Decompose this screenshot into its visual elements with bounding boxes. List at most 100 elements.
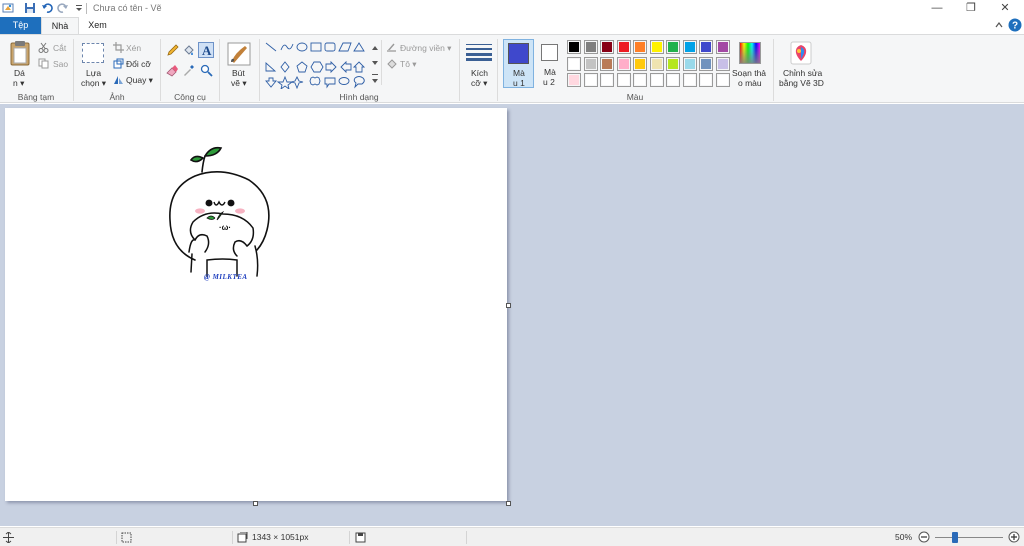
paint3d-label[interactable]: Chỉnh sửa <box>783 68 822 78</box>
outline-icon[interactable] <box>386 42 397 53</box>
paint3d-icon[interactable] <box>790 41 812 65</box>
palette-swatch[interactable] <box>567 40 581 54</box>
fill-icon[interactable] <box>386 58 397 69</box>
palette-swatch[interactable] <box>633 57 647 71</box>
palette-swatch[interactable] <box>650 40 664 54</box>
crop-label[interactable]: Xén <box>126 43 141 53</box>
resize-icon[interactable] <box>113 58 124 69</box>
palette-swatch[interactable] <box>666 57 680 71</box>
copy-label[interactable]: Sao <box>53 59 68 69</box>
zoom-track[interactable] <box>935 537 1003 538</box>
palette-swatch[interactable] <box>683 57 697 71</box>
palette-swatch[interactable] <box>567 73 581 87</box>
shapes-scroll[interactable] <box>371 41 379 89</box>
text-tool-button[interactable]: A <box>198 42 214 58</box>
size-icon[interactable] <box>466 43 492 61</box>
paint3d-label-line2[interactable]: bằng Vẽ 3D <box>779 78 824 88</box>
undo-icon[interactable] <box>41 2 53 14</box>
zoom-slider-thumb[interactable] <box>952 532 958 543</box>
palette-swatch[interactable] <box>716 73 730 87</box>
select-icon[interactable] <box>82 43 104 63</box>
paste-label[interactable]: Dá <box>14 68 25 78</box>
redo-icon[interactable] <box>57 2 69 14</box>
paste-dropdown[interactable]: n ▾ <box>13 78 24 89</box>
eraser-icon[interactable] <box>166 64 179 77</box>
palette-swatch[interactable] <box>600 57 614 71</box>
tab-home[interactable]: Nhà <box>41 17 79 34</box>
palette-swatch[interactable] <box>617 40 631 54</box>
palette-swatch[interactable] <box>716 40 730 54</box>
zoom-out-icon[interactable] <box>918 531 930 543</box>
palette-swatch[interactable] <box>584 73 598 87</box>
resize-label[interactable]: Đổi cỡ <box>126 59 151 69</box>
palette-swatch[interactable] <box>584 40 598 54</box>
drawing-canvas[interactable]: ·ω· @ MILKTEA <box>5 108 507 501</box>
group-divider <box>459 39 460 101</box>
brushes-dropdown[interactable]: vẽ ▾ <box>231 78 247 89</box>
edit-colors-label-line2[interactable]: o màu <box>738 78 762 88</box>
palette-swatch[interactable] <box>699 40 713 54</box>
palette-swatch[interactable] <box>699 73 713 87</box>
fill-bucket-icon[interactable] <box>182 44 195 57</box>
cut-label[interactable]: Cắt <box>53 43 66 53</box>
copy-icon[interactable] <box>38 58 49 69</box>
ribbon-tabs: Tệp Nhà Xem ? <box>0 17 1024 34</box>
palette-swatch[interactable] <box>683 73 697 87</box>
palette-swatch[interactable] <box>633 73 647 87</box>
select-label[interactable]: Lựa <box>86 68 101 78</box>
palette-swatch[interactable] <box>650 57 664 71</box>
palette-swatch[interactable] <box>600 40 614 54</box>
edit-colors-icon[interactable] <box>739 42 761 64</box>
brushes-icon[interactable] <box>227 42 251 66</box>
resize-handle-right[interactable] <box>506 303 511 308</box>
paint-app-icon[interactable] <box>2 2 14 14</box>
color1-button[interactable]: Mà u 1 <box>503 39 534 88</box>
cut-icon[interactable] <box>38 42 49 53</box>
palette-swatch[interactable] <box>584 57 598 71</box>
magnifier-icon[interactable] <box>200 64 213 77</box>
tab-view[interactable]: Xem <box>80 17 115 34</box>
size-label[interactable]: Kích <box>471 68 488 78</box>
fill-label[interactable]: Tô ▾ <box>400 59 417 70</box>
palette-swatch[interactable] <box>716 57 730 71</box>
rotate-label[interactable]: Quay ▾ <box>126 75 153 86</box>
palette-swatch[interactable] <box>650 73 664 87</box>
tab-file[interactable]: Tệp <box>0 17 41 34</box>
color-picker-icon[interactable] <box>182 64 195 77</box>
rotate-icon[interactable] <box>113 74 124 85</box>
close-button[interactable]: ✕ <box>990 0 1020 17</box>
palette-swatch-fill <box>685 75 695 85</box>
palette-swatch[interactable] <box>567 57 581 71</box>
restore-button[interactable]: ❐ <box>956 0 986 17</box>
edit-colors-label[interactable]: Soạn thả <box>732 68 766 78</box>
select-dropdown[interactable]: chọn ▾ <box>81 78 106 89</box>
collapse-ribbon-icon[interactable] <box>994 20 1004 30</box>
palette-swatch[interactable] <box>666 73 680 87</box>
canvas-workspace: ·ω· @ MILKTEA <box>0 104 1024 526</box>
canvas-dimensions: 1343 × 1051px <box>252 532 309 542</box>
palette-swatch[interactable] <box>666 40 680 54</box>
brushes-label[interactable]: Bút <box>232 68 245 78</box>
minimize-button[interactable]: — <box>922 0 952 17</box>
pencil-icon[interactable] <box>166 44 179 57</box>
paste-icon[interactable] <box>9 40 31 66</box>
palette-swatch[interactable] <box>600 73 614 87</box>
color2-button[interactable]: Mà u 2 <box>538 39 562 88</box>
palette-swatch[interactable] <box>683 40 697 54</box>
title-bar: Chưa có tên - Vẽ — ❐ ✕ <box>0 0 1024 17</box>
palette-swatch[interactable] <box>633 40 647 54</box>
shapes-gallery[interactable] <box>264 41 384 89</box>
palette-swatch[interactable] <box>617 73 631 87</box>
outline-label[interactable]: Đường viền ▾ <box>400 43 451 54</box>
palette-swatch[interactable] <box>699 57 713 71</box>
size-dropdown[interactable]: cỡ ▾ <box>471 78 487 89</box>
crop-icon[interactable] <box>113 42 124 53</box>
save-icon[interactable] <box>24 2 36 14</box>
resize-handle-bottom[interactable] <box>253 501 258 506</box>
zoom-in-icon[interactable] <box>1008 531 1020 543</box>
resize-handle-corner[interactable] <box>506 501 511 506</box>
palette-swatch[interactable] <box>617 57 631 71</box>
customize-toolbar-icon[interactable] <box>73 2 85 14</box>
clipboard-group-label: Bảng tạm <box>17 92 55 102</box>
help-icon[interactable]: ? <box>1008 18 1022 32</box>
